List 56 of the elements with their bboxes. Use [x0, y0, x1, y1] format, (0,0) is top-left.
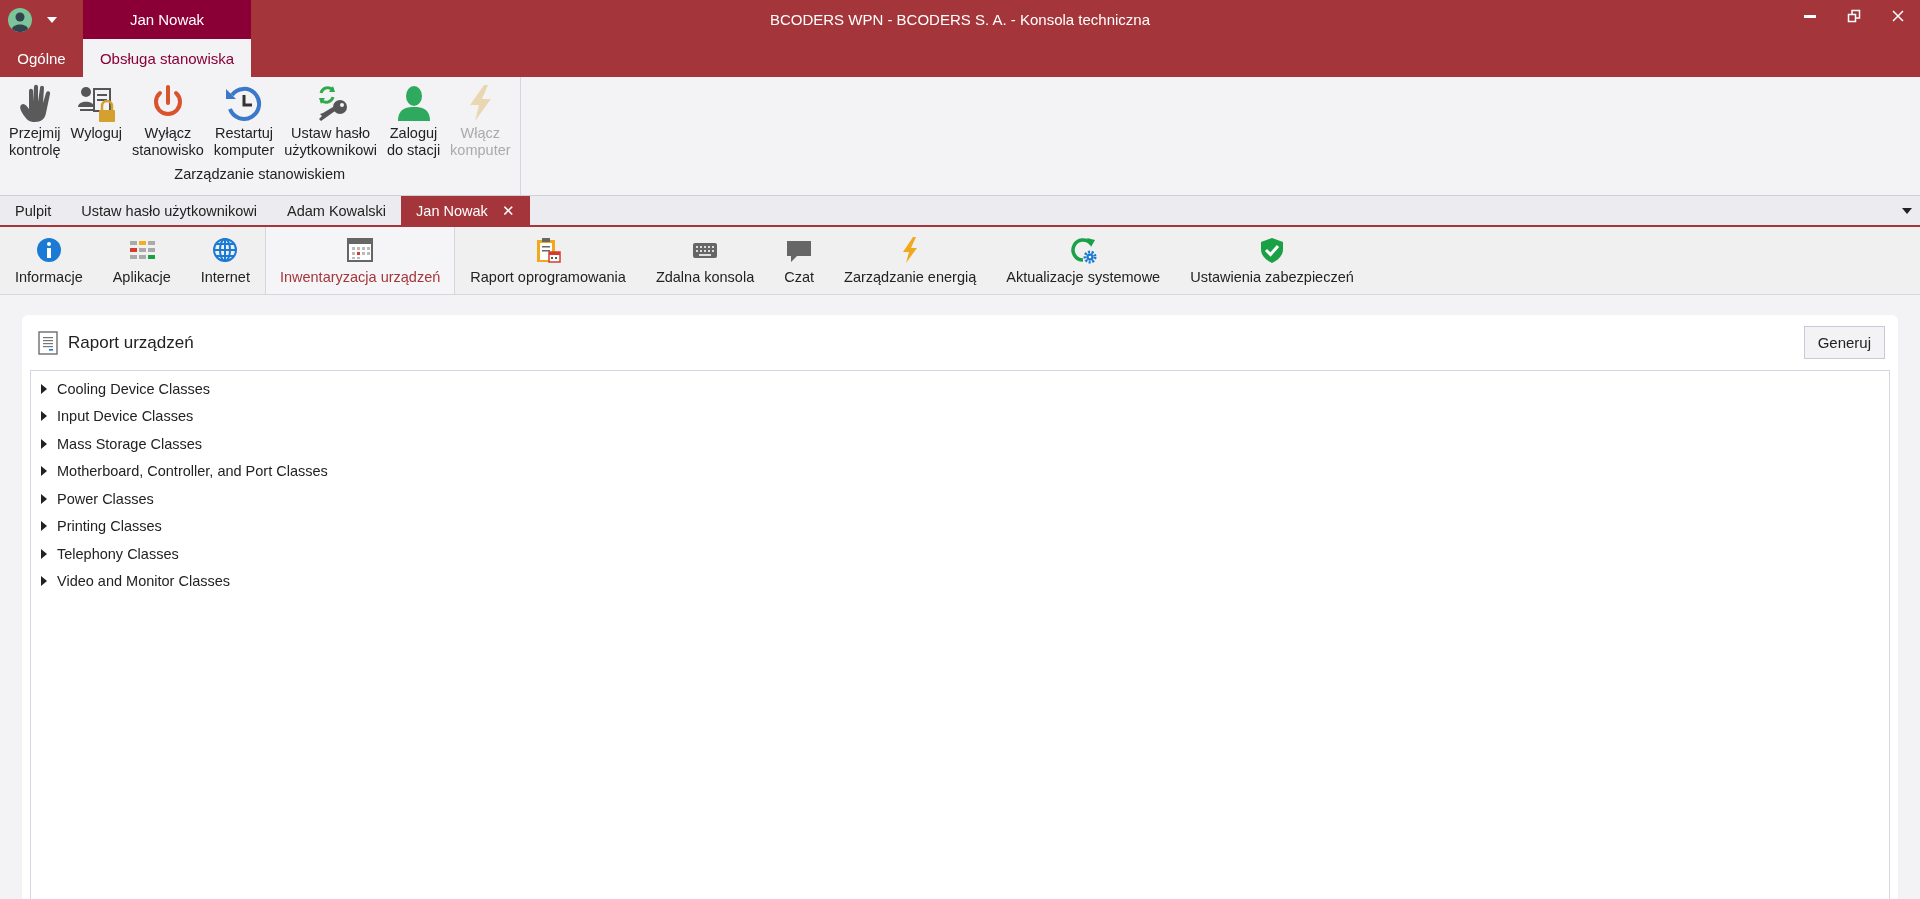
expand-arrow-icon[interactable] — [41, 576, 47, 587]
document-tab[interactable]: Adam Kowalski — [271, 196, 402, 225]
tree-item[interactable]: Printing Classes — [57, 518, 162, 535]
expand-arrow-icon[interactable] — [41, 438, 47, 449]
ribbon-tab[interactable]: Ogólne — [0, 39, 83, 77]
expand-arrow-icon[interactable] — [41, 411, 47, 422]
ribbon-group-label: Zarządzanie stanowiskiem — [173, 166, 347, 182]
restore-icon[interactable] — [1847, 9, 1861, 23]
ribbon-tab[interactable]: Obsługa stanowiska — [83, 39, 251, 77]
module-tab[interactable]: Raport oprogramowania — [455, 227, 641, 294]
avatar-icon[interactable] — [8, 7, 32, 32]
refresh-gear-icon — [1069, 236, 1098, 264]
dropdown-caret-icon[interactable] — [46, 15, 58, 24]
ribbon-button[interactable]: Ustaw hasło użytkownikowi — [279, 81, 382, 161]
close-tab-icon[interactable]: ✕ — [501, 201, 515, 220]
module-tab[interactable]: Ustawienia zabezpieczeń — [1175, 227, 1369, 294]
ribbon-button[interactable]: Restartuj komputer — [208, 81, 280, 161]
module-tab[interactable]: Zarządzanie energią — [829, 227, 992, 294]
module-tab[interactable]: Aktualizacje systemowe — [991, 227, 1176, 294]
tree-item[interactable]: Cooling Device Classes — [57, 380, 211, 397]
generate-button[interactable]: Generuj — [1803, 326, 1885, 359]
module-tab[interactable]: Informacje — [0, 227, 98, 294]
calendar-icon — [346, 236, 375, 264]
expand-arrow-icon[interactable] — [41, 521, 47, 532]
document-icon — [38, 330, 58, 355]
module-tab[interactable]: Aplikacje — [97, 227, 186, 294]
shield-check-icon — [1258, 236, 1286, 264]
module-tab[interactable]: Inwentaryzacja urządzeń — [264, 227, 456, 294]
context-tab-label: Jan Nowak — [83, 0, 251, 39]
ribbon-button[interactable]: Wyloguj — [65, 81, 128, 161]
module-tab[interactable]: Zdalna konsola — [640, 227, 770, 294]
document-tab[interactable]: Jan Nowak ✕ — [401, 196, 530, 225]
close-icon[interactable] — [1891, 9, 1905, 23]
ribbon-button[interactable]: Wyłącz stanowisko — [127, 81, 209, 161]
document-tab[interactable]: Pulpit — [0, 196, 67, 225]
panel-title: Raport urządzeń — [68, 332, 194, 353]
tree-item[interactable]: Input Device Classes — [57, 408, 194, 425]
tree-item[interactable]: Power Classes — [57, 490, 154, 507]
globe-icon — [211, 236, 240, 264]
module-tab[interactable]: Internet — [185, 227, 265, 294]
tree-item[interactable]: Motherboard, Controller, and Port Classes — [57, 463, 328, 480]
ribbon-button[interactable]: Przejmij kontrolę — [4, 81, 66, 161]
info-icon — [34, 236, 63, 264]
clipboard-icon — [534, 236, 563, 264]
expand-arrow-icon[interactable] — [41, 383, 47, 394]
tree-item[interactable]: Telephony Classes — [57, 545, 179, 562]
tree-item[interactable]: Mass Storage Classes — [57, 435, 203, 452]
window-title: BCODERS WPN - BCODERS S. A. - Konsola techniczna — [768, 10, 1152, 30]
module-tab[interactable]: Czat — [769, 227, 830, 294]
tree-item[interactable]: Video and Monitor Classes — [57, 573, 231, 590]
expand-arrow-icon[interactable] — [41, 548, 47, 559]
expand-arrow-icon[interactable] — [41, 493, 47, 504]
expand-arrow-icon[interactable] — [41, 466, 47, 477]
document-tab[interactable]: Ustaw hasło użytkownikowi — [66, 196, 272, 225]
dropdown-caret-icon[interactable] — [1902, 207, 1912, 214]
ribbon-button[interactable]: Zaloguj do stacji — [381, 81, 446, 161]
